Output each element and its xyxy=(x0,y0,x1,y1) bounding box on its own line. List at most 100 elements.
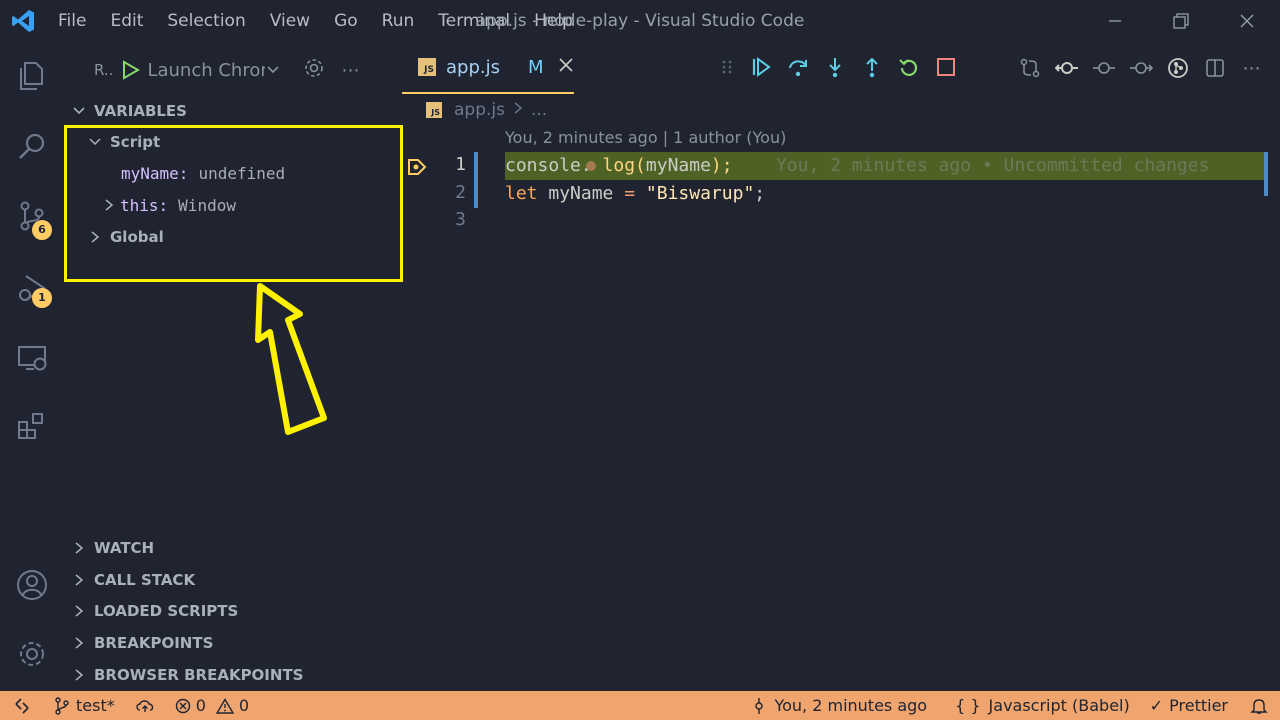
stop-icon[interactable] xyxy=(927,46,964,88)
loaded-scripts-section-header[interactable]: LOADED SCRIPTS xyxy=(64,596,238,626)
line-number: 1 xyxy=(455,154,466,175)
warning-icon xyxy=(215,697,234,714)
launch-settings-gear-icon[interactable] xyxy=(303,57,325,83)
breakpoints-title: BREAKPOINTS xyxy=(94,634,214,652)
more-actions-icon[interactable]: ⋯ xyxy=(341,60,359,81)
code-token: = xyxy=(624,183,646,204)
chevron-right-icon xyxy=(64,604,94,618)
settings-gear-icon[interactable] xyxy=(0,626,64,682)
line-number: 3 xyxy=(455,209,466,230)
language-text: Javascript (Babel) xyxy=(988,696,1130,715)
git-commit-icon xyxy=(755,697,764,714)
debug-badge: 1 xyxy=(32,288,52,308)
activity-bar: 6 1 xyxy=(0,42,64,691)
blame-text: You, 2 minutes ago xyxy=(774,696,928,715)
chevron-right-icon xyxy=(64,573,94,587)
git-branch-icon xyxy=(55,696,69,715)
problems-status[interactable]: 0 0 xyxy=(165,691,259,720)
menu-go[interactable]: Go xyxy=(322,0,370,42)
tab-label: app.js xyxy=(446,56,500,78)
tab-app-js[interactable]: JS app.js M xyxy=(402,42,574,94)
loaded-scripts-title: LOADED SCRIPTS xyxy=(94,602,239,620)
sync-icon[interactable] xyxy=(125,691,165,720)
scrollbar-decoration[interactable] xyxy=(1264,152,1268,196)
previous-commit-icon[interactable] xyxy=(1048,48,1085,88)
branch-status[interactable]: test* xyxy=(44,691,125,720)
chevron-right-icon xyxy=(64,541,94,555)
launch-config-label: Launch Chrome xyxy=(147,59,265,81)
start-debugging-icon[interactable] xyxy=(119,59,141,81)
remote-indicator-icon[interactable] xyxy=(0,691,44,720)
menu-terminal[interactable]: Terminal xyxy=(426,0,522,42)
notifications-bell-icon[interactable] xyxy=(1238,691,1280,720)
menu-edit[interactable]: Edit xyxy=(98,0,155,42)
code-token: ); xyxy=(710,155,733,176)
debug-view-header: R.. Launch Chrome ⋯ xyxy=(64,50,402,90)
drag-handle-icon[interactable] xyxy=(712,46,742,88)
variables-section-header[interactable]: VARIABLES xyxy=(64,96,187,126)
menu-file[interactable]: File xyxy=(46,0,98,42)
branch-name: test* xyxy=(76,696,115,715)
split-editor-icon[interactable] xyxy=(1196,48,1233,88)
chevron-right-icon xyxy=(64,668,94,682)
step-out-icon[interactable] xyxy=(853,46,890,88)
accounts-icon[interactable] xyxy=(0,557,64,613)
modified-lines-indicator xyxy=(474,152,478,208)
blame-status[interactable]: You, 2 minutes ago xyxy=(742,691,937,720)
javascript-file-icon: JS xyxy=(418,58,436,76)
browser-breakpoints-section-header[interactable]: BROWSER BREAKPOINTS xyxy=(64,660,303,690)
call-stack-title: CALL STACK xyxy=(94,571,196,589)
menu-run[interactable]: Run xyxy=(370,0,427,42)
code-line-1[interactable]: console. log(myName); You, 2 minutes ago… xyxy=(505,152,1267,180)
close-tab-icon[interactable] xyxy=(558,57,574,77)
breakpoints-section-header[interactable]: BREAKPOINTS xyxy=(64,628,213,658)
debug-toolbar xyxy=(712,46,964,88)
chevron-down-icon xyxy=(64,104,94,118)
remote-explorer-icon[interactable] xyxy=(0,330,64,386)
call-stack-section-header[interactable]: CALL STACK xyxy=(64,565,195,595)
watch-title: WATCH xyxy=(94,539,155,557)
continue-icon[interactable] xyxy=(742,46,779,88)
next-commit-icon[interactable] xyxy=(1122,48,1159,88)
title-bar: File Edit Selection View Go Run Terminal… xyxy=(0,0,1280,42)
restore-button[interactable] xyxy=(1148,0,1214,42)
restart-icon[interactable] xyxy=(890,46,927,88)
open-changes-icon[interactable] xyxy=(1011,48,1048,88)
editor-actions: ⋯ xyxy=(1011,48,1270,88)
menu-help[interactable]: Help xyxy=(522,0,585,42)
prettier-status[interactable]: ✓ Prettier xyxy=(1140,691,1238,720)
codelens-blame[interactable]: You, 2 minutes ago | 1 author (You) xyxy=(505,128,786,152)
commit-icon[interactable] xyxy=(1085,48,1122,88)
check-icon: ✓ xyxy=(1149,696,1164,715)
inline-blame: You, 2 minutes ago • Uncommitted changes xyxy=(732,155,1210,176)
close-window-button[interactable] xyxy=(1214,0,1280,42)
debug-sidebar: R.. Launch Chrome ⋯ VARIABLES Script myN… xyxy=(64,42,403,691)
extensions-icon[interactable] xyxy=(0,398,64,454)
javascript-file-icon: JS xyxy=(426,102,442,118)
gitlens-icon[interactable] xyxy=(1159,48,1196,88)
breadcrumb-file[interactable]: app.js xyxy=(454,100,505,120)
launch-config-select[interactable]: Launch Chrome xyxy=(119,55,281,85)
error-count: 0 xyxy=(195,696,206,715)
search-icon[interactable] xyxy=(0,118,64,174)
more-actions-icon[interactable]: ⋯ xyxy=(1233,48,1270,88)
prettier-text: Prettier xyxy=(1169,696,1228,715)
explorer-icon[interactable] xyxy=(0,48,64,104)
braces-icon: { } xyxy=(955,696,981,715)
variables-title: VARIABLES xyxy=(94,102,187,120)
menu-bar: File Edit Selection View Go Run Terminal… xyxy=(46,0,585,42)
status-bar-right: You, 2 minutes ago { } Javascript (Babel… xyxy=(742,691,1280,720)
breadcrumb-symbol[interactable]: ... xyxy=(531,100,547,120)
menu-view[interactable]: View xyxy=(258,0,322,42)
language-mode[interactable]: { } Javascript (Babel) xyxy=(945,691,1140,720)
source-control-icon[interactable]: 6 xyxy=(0,188,64,244)
step-into-icon[interactable] xyxy=(816,46,853,88)
watch-section-header[interactable]: WATCH xyxy=(64,533,154,563)
code-line-2[interactable]: let myName = "Biswarup"; xyxy=(505,180,765,208)
menu-selection[interactable]: Selection xyxy=(155,0,257,42)
debug-stackframe-icon[interactable] xyxy=(407,157,427,177)
step-over-icon[interactable] xyxy=(779,46,816,88)
run-debug-icon[interactable]: 1 xyxy=(0,260,64,316)
code-token: log( xyxy=(591,155,646,176)
minimize-button[interactable] xyxy=(1082,0,1148,42)
